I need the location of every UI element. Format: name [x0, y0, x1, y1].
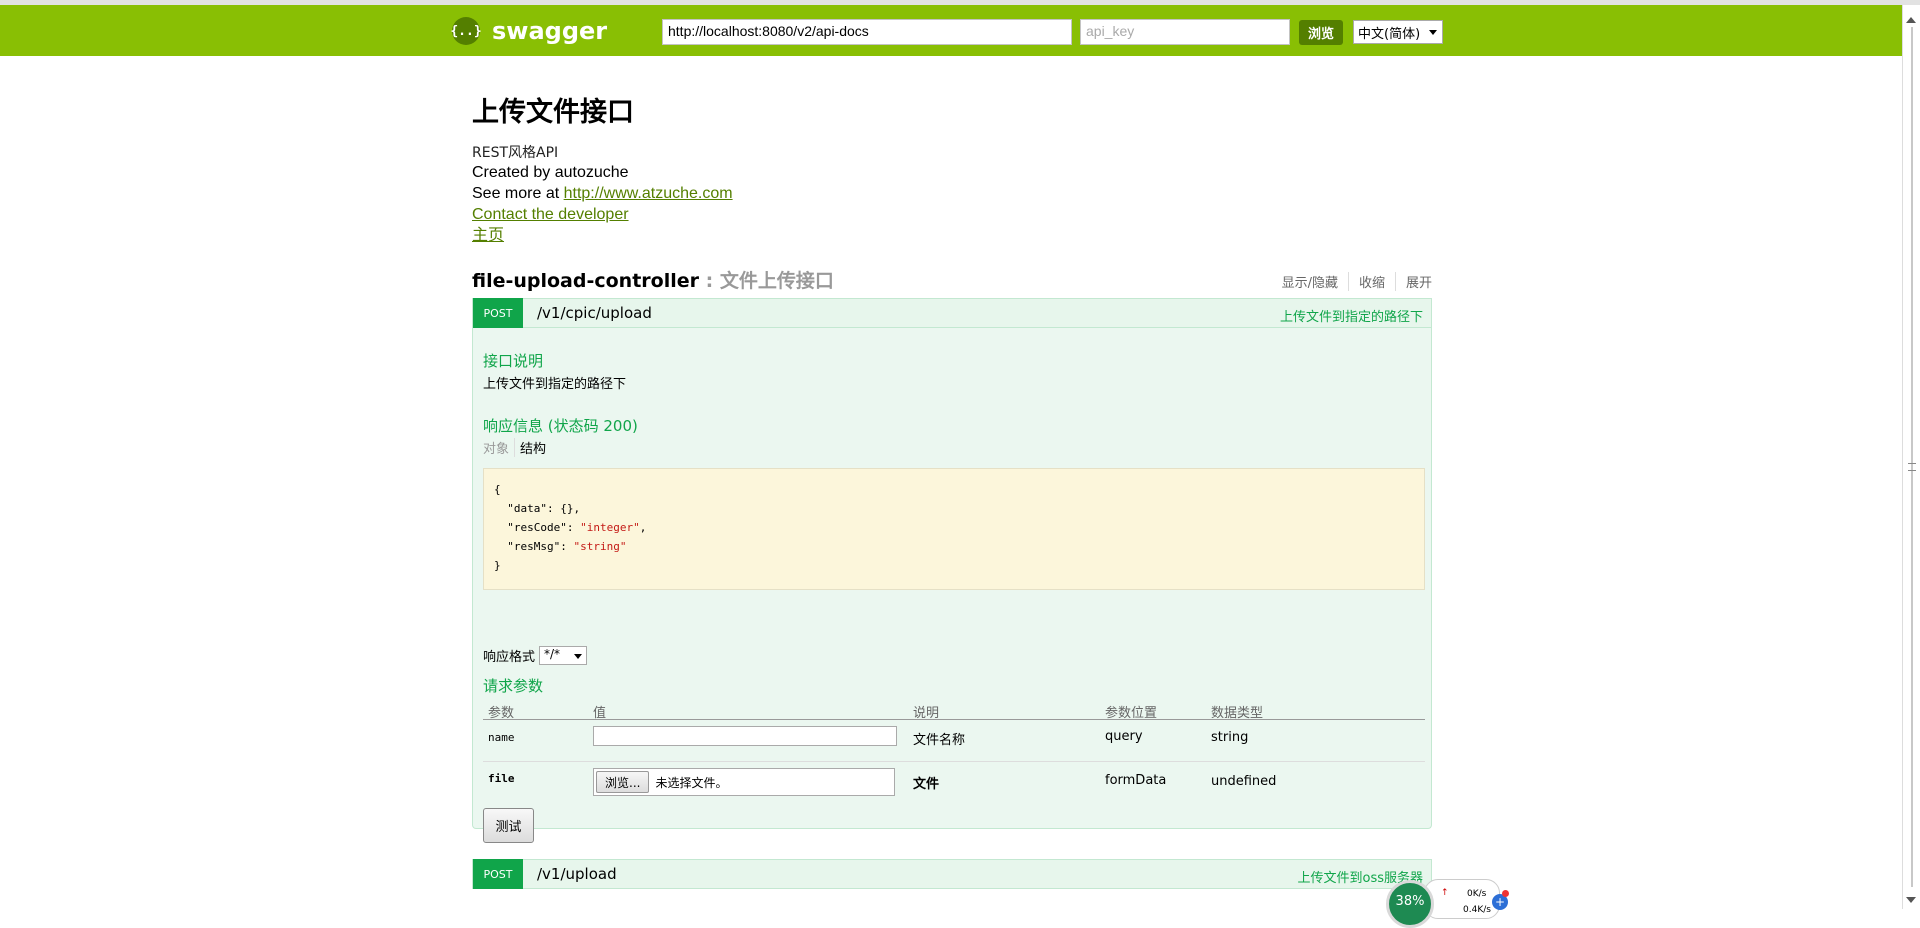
model-line: {	[494, 483, 501, 496]
col-value: 值	[593, 706, 607, 721]
show-hide-link[interactable]: 显示/隐藏	[1272, 272, 1349, 291]
network-tray-widget[interactable]: ↑ 0K/s 0.4K/s 38% +	[1384, 876, 1514, 928]
see-more: See more at http://www.atzuche.com	[472, 183, 1432, 204]
swagger-logo-text: swagger	[492, 17, 608, 45]
model-tabs: 对象 结构	[483, 438, 546, 457]
chevron-down-icon	[574, 654, 583, 659]
params-heading: 请求参数	[483, 677, 544, 695]
content-type: 响应格式 */*	[483, 646, 588, 665]
api-info: 上传文件接口 REST风格API Created by autozuche Se…	[472, 90, 1432, 246]
params-table: 参数 值 说明 参数位置 数据类型 name 文件名称 query string…	[483, 702, 1425, 804]
notes-text: 上传文件到指定的路径下	[483, 377, 627, 392]
memory-usage-circle[interactable]: 38%	[1386, 880, 1434, 928]
model-line: "resMsg": "string"	[494, 540, 627, 553]
tab-object[interactable]: 对象	[483, 438, 516, 457]
model-line: "data": {},	[494, 502, 581, 515]
home-link[interactable]: 主页	[472, 227, 504, 244]
try-it-out-button[interactable]: 测试	[483, 808, 534, 843]
table-row: name 文件名称 query string	[483, 720, 1425, 762]
param-type: string	[1211, 730, 1249, 745]
param-location: query	[1105, 729, 1143, 744]
scroll-up-icon[interactable]	[1906, 17, 1916, 23]
file-status: 未选择文件。	[655, 775, 728, 790]
expand-link[interactable]: 展开	[1396, 272, 1432, 291]
operation-content: 接口说明 上传文件到指定的路径下 响应信息 (状态码 200) 对象 结构 { …	[472, 328, 1432, 843]
swagger-header: {..} swagger http://localhost:8080/v2/ap…	[0, 5, 1902, 56]
response-model: { "data": {}, "resCode": "integer", "res…	[483, 468, 1425, 590]
col-description: 说明	[913, 706, 940, 721]
operation-path[interactable]: /v1/upload	[537, 865, 617, 883]
language-value: 中文(简体)	[1358, 26, 1421, 42]
resource-title[interactable]: file-upload-controller : 文件上传接口	[472, 266, 834, 293]
param-description: 文件	[913, 777, 940, 792]
response-heading: 响应信息 (状态码 200)	[483, 417, 638, 435]
api-title: 上传文件接口	[472, 97, 634, 128]
notes-heading: 接口说明	[483, 352, 544, 370]
http-method-badge[interactable]: POST	[473, 298, 523, 328]
scroll-grip-icon[interactable]	[1908, 463, 1916, 471]
file-browse-button[interactable]: 浏览...	[596, 771, 650, 793]
collapse-link[interactable]: 收缩	[1349, 272, 1396, 291]
contact-developer-link[interactable]: Contact the developer	[472, 206, 629, 223]
param-description: 文件名称	[913, 733, 966, 748]
col-param: 参数	[488, 706, 515, 721]
col-type: 数据类型	[1211, 706, 1264, 721]
operation-path[interactable]: /v1/cpic/upload	[537, 304, 652, 322]
operation-summary[interactable]: 上传文件到指定的路径下	[1280, 306, 1423, 325]
operation-heading[interactable]: POST /v1/cpic/upload 上传文件到指定的路径下	[472, 298, 1432, 328]
resource-description: 文件上传接口	[719, 270, 834, 292]
param-type: undefined	[1211, 774, 1277, 789]
content-type-label: 响应格式	[483, 650, 536, 665]
api-key-input[interactable]: api_key	[1080, 19, 1290, 45]
resource-actions: 显示/隐藏 收缩 展开	[1272, 272, 1432, 291]
param-name-input[interactable]	[593, 726, 897, 746]
api-description: REST风格API	[472, 145, 559, 161]
col-location: 参数位置	[1105, 706, 1158, 721]
notification-dot-icon	[1502, 890, 1509, 897]
tab-schema[interactable]: 结构	[515, 438, 546, 457]
see-more-prefix: See more at	[472, 185, 564, 202]
resource-separator: :	[699, 270, 720, 292]
content-type-value: */*	[544, 647, 561, 661]
website-link[interactable]: http://www.atzuche.com	[564, 185, 733, 202]
scroll-down-icon[interactable]	[1906, 897, 1916, 903]
created-by: Created by autozuche	[472, 164, 629, 181]
api-url-input[interactable]: http://localhost:8080/v2/api-docs	[662, 19, 1072, 45]
contact-line: Contact the developer	[472, 204, 1432, 225]
file-input[interactable]: 浏览... 未选择文件。	[593, 768, 895, 796]
operation-heading[interactable]: POST /v1/upload 上传文件到oss服务器	[472, 859, 1432, 889]
resource-header: file-upload-controller : 文件上传接口 显示/隐藏 收缩…	[472, 264, 1432, 294]
content-type-select[interactable]: */*	[539, 646, 588, 665]
model-line: "resCode": "integer",	[494, 521, 647, 534]
resource-name[interactable]: file-upload-controller	[472, 270, 699, 292]
http-method-badge[interactable]: POST	[473, 859, 523, 889]
swagger-logo-icon: {..}	[450, 17, 482, 45]
home-line: 主页	[472, 225, 1432, 246]
scroll-track[interactable]	[1911, 27, 1913, 887]
operation-upload: POST /v1/upload 上传文件到oss服务器	[472, 859, 1432, 889]
model-line: }	[494, 559, 501, 572]
network-speed-panel: ↑ 0K/s 0.4K/s	[1424, 879, 1500, 919]
param-name: file	[488, 772, 515, 785]
param-location: formData	[1105, 773, 1167, 788]
param-name: name	[488, 731, 515, 744]
chevron-down-icon	[1429, 30, 1437, 35]
operation-cpic-upload: POST /v1/cpic/upload 上传文件到指定的路径下 接口说明 上传…	[472, 298, 1432, 843]
vertical-scrollbar[interactable]	[1902, 5, 1920, 909]
language-select[interactable]: 中文(简体)	[1353, 20, 1443, 44]
upload-arrow-icon: ↑	[1441, 888, 1449, 898]
table-row: file 浏览... 未选择文件。 文件 formData undefined	[483, 762, 1425, 804]
explore-button[interactable]: 浏览	[1299, 20, 1343, 45]
download-speed: 0.4K/s	[1463, 905, 1491, 915]
params-header-row: 参数 值 说明 参数位置 数据类型	[483, 702, 1425, 721]
swagger-logo[interactable]: {..} swagger	[450, 17, 608, 45]
upload-speed: 0K/s	[1467, 889, 1487, 899]
